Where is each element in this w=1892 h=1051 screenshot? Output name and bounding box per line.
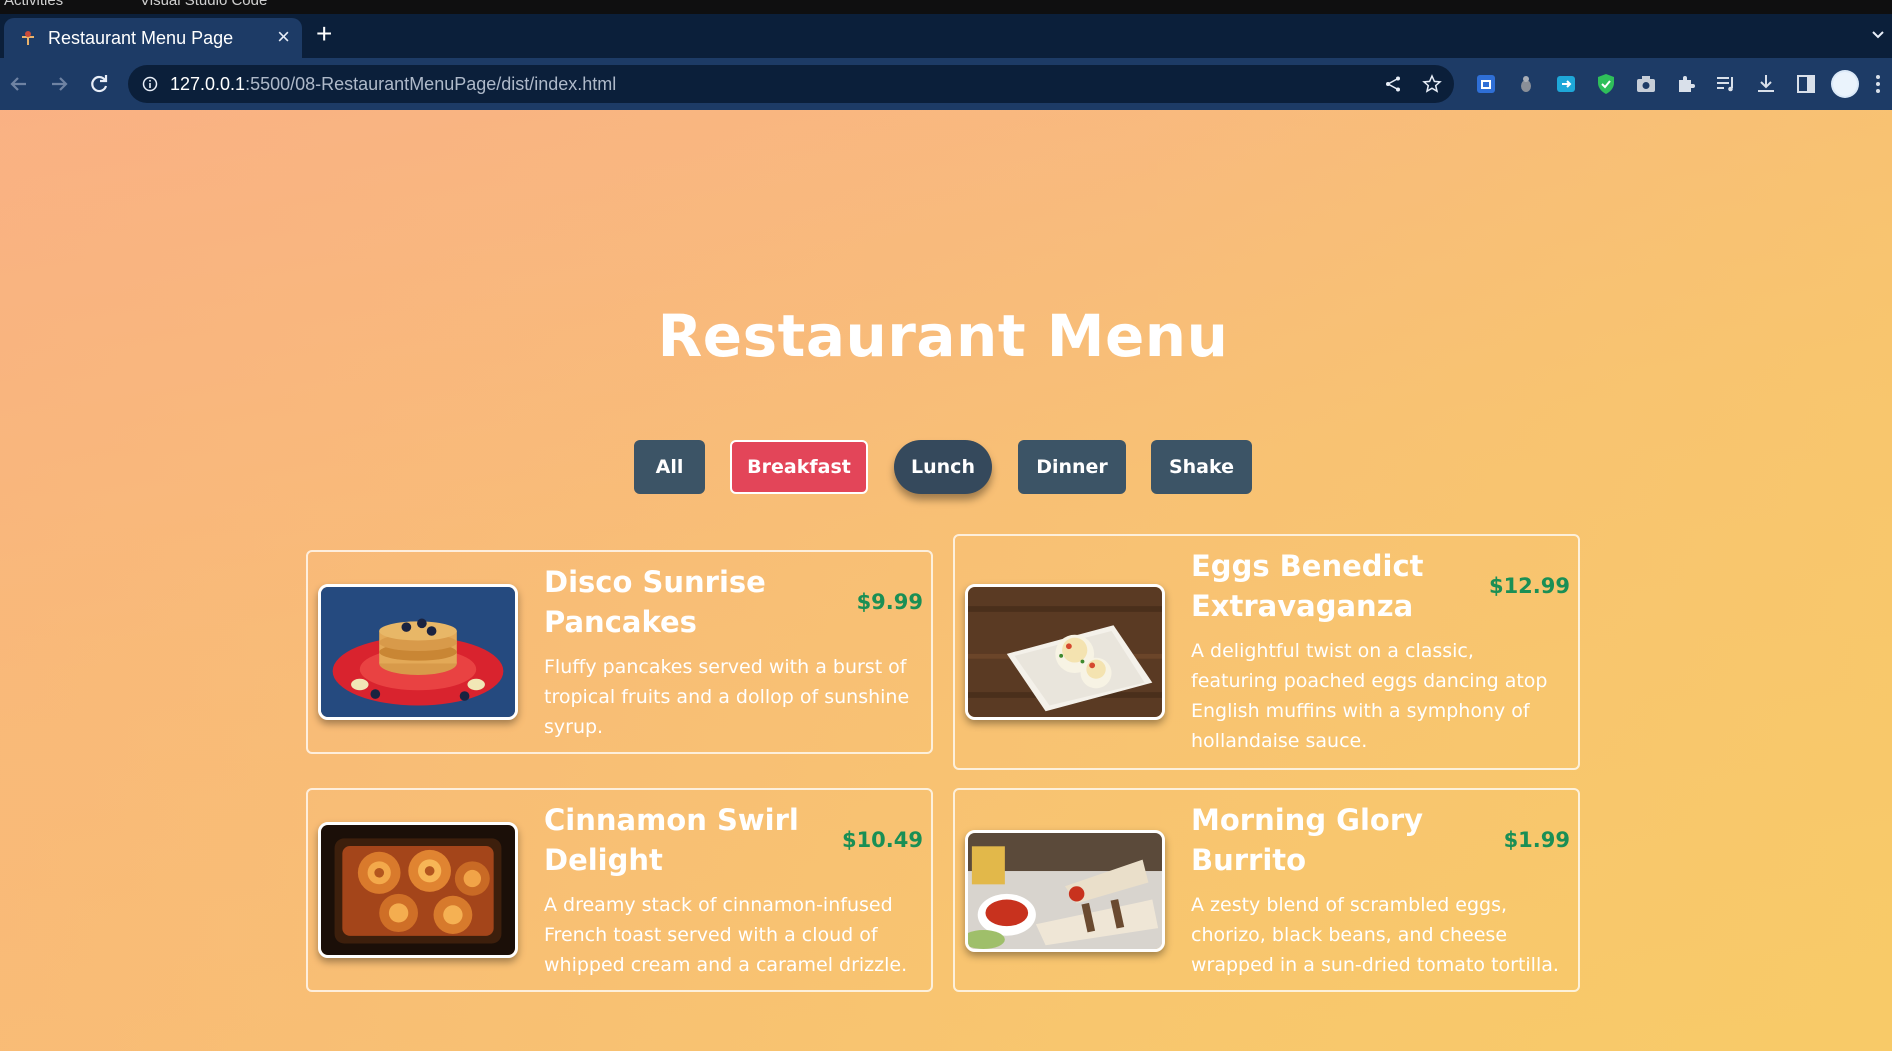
item-description: A zesty blend of scrambled eggs, chorizo… <box>1191 894 1559 976</box>
url-text[interactable]: 127.0.0.1:5500/08-RestaurantMenuPage/dis… <box>170 74 616 95</box>
item-description: A delightful twist on a classic, featuri… <box>1191 640 1548 752</box>
profile-avatar[interactable] <box>1830 69 1860 99</box>
back-icon[interactable] <box>6 71 32 97</box>
item-name: Disco Sunrise Pancakes <box>544 565 766 639</box>
download-icon[interactable] <box>1754 72 1778 96</box>
tab-close-icon[interactable]: × <box>277 24 290 50</box>
eggs-benedict-photo <box>965 584 1165 720</box>
filter-lunch-button[interactable]: Lunch <box>894 440 992 494</box>
item-price: $9.99 <box>856 590 923 614</box>
favicon-icon <box>22 31 34 45</box>
extension-3-icon[interactable] <box>1554 72 1578 96</box>
item-name: Morning Glory Burrito <box>1191 803 1424 877</box>
filter-breakfast-button[interactable]: Breakfast <box>730 440 868 494</box>
site-info-icon[interactable] <box>142 76 158 92</box>
reload-icon[interactable] <box>86 71 112 97</box>
address-bar[interactable]: 127.0.0.1:5500/08-RestaurantMenuPage/dis… <box>128 65 1454 103</box>
tab-title: Restaurant Menu Page <box>48 28 234 48</box>
extension-1-icon[interactable] <box>1474 72 1498 96</box>
reading-list-icon[interactable] <box>1714 72 1738 96</box>
page-viewport: Restaurant Menu All Breakfast Lunch Dinn… <box>0 110 1892 1051</box>
filter-shake-button[interactable]: Shake <box>1151 440 1252 494</box>
os-top-bar: Activities Visual Studio Code <box>0 0 1892 14</box>
shield-extension-icon[interactable] <box>1594 72 1618 96</box>
filter-dinner-button[interactable]: Dinner <box>1018 440 1126 494</box>
page-title: Restaurant Menu <box>657 302 1229 370</box>
menu-item-card: Eggs Benedict Extravaganza $12.99 A deli… <box>953 534 1580 770</box>
url-host: 127.0.0.1 <box>170 74 246 94</box>
camera-extension-icon[interactable] <box>1634 72 1658 96</box>
tab-search-chevron-icon[interactable] <box>1870 26 1886 42</box>
pancakes-photo <box>318 584 518 720</box>
item-description: A dreamy stack of cinnamon-infused Frenc… <box>544 894 908 976</box>
forward-icon[interactable] <box>46 71 72 97</box>
page-background <box>0 110 1892 1051</box>
menu-item-card: Morning Glory Burrito $1.99 A zesty blen… <box>953 788 1580 992</box>
url-path: :5500/08-RestaurantMenuPage/dist/index.h… <box>245 74 617 94</box>
browser-tab-strip: Restaurant Menu Page × + <box>0 14 1892 58</box>
menu-item-card: Cinnamon Swirl Delight $10.49 A dreamy s… <box>306 788 933 992</box>
extension-2-icon[interactable] <box>1514 72 1538 96</box>
bookmark-star-icon[interactable] <box>1422 74 1442 94</box>
puzzle-icon[interactable] <box>1674 72 1698 96</box>
menu-item-card: Disco Sunrise Pancakes $9.99 Fluffy panc… <box>306 550 933 754</box>
cinnamon-rolls-photo <box>318 822 518 958</box>
filter-all-button[interactable]: All <box>634 440 705 494</box>
os-activities[interactable]: Activities <box>4 0 63 9</box>
item-name: Eggs Benedict Extravaganza <box>1191 549 1424 623</box>
browser-toolbar: 127.0.0.1:5500/08-RestaurantMenuPage/dis… <box>0 58 1892 110</box>
new-tab-icon[interactable]: + <box>316 20 332 48</box>
os-app-name[interactable]: Visual Studio Code <box>140 0 267 9</box>
burrito-photo <box>965 830 1165 952</box>
item-price: $1.99 <box>1503 828 1570 852</box>
item-description: Fluffy pancakes served with a burst of t… <box>544 656 910 738</box>
side-panel-icon[interactable] <box>1794 72 1818 96</box>
category-filter-bar: All Breakfast Lunch Dinner Shake <box>0 440 1886 494</box>
browser-tab[interactable]: Restaurant Menu Page × <box>4 18 302 58</box>
item-price: $12.99 <box>1488 574 1570 598</box>
item-price: $10.49 <box>841 828 923 852</box>
share-icon[interactable] <box>1384 75 1402 93</box>
more-icon[interactable] <box>1872 72 1884 96</box>
item-name: Cinnamon Swirl Delight <box>544 803 799 877</box>
